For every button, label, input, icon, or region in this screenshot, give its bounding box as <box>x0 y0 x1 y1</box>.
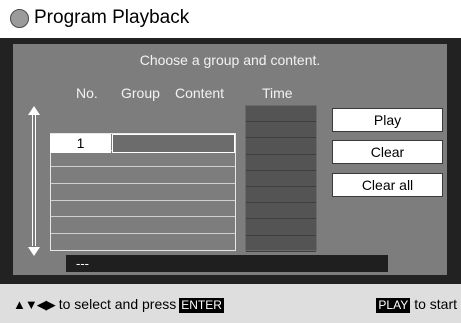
footer-start-text: to start <box>414 296 457 312</box>
status-bar: --- <box>66 255 388 272</box>
program-row[interactable] <box>51 167 235 185</box>
disc-icon <box>10 9 29 28</box>
enter-key-badge: ENTER <box>179 298 224 313</box>
column-header-no: No. <box>76 85 98 101</box>
title-bar: Program Playback <box>0 0 461 38</box>
footer-hint-start: PLAY to start <box>376 296 457 313</box>
time-cell <box>246 138 316 155</box>
program-row[interactable] <box>51 217 235 235</box>
clear-button[interactable]: Clear <box>332 140 443 164</box>
scrollbar[interactable] <box>28 106 40 256</box>
time-cell <box>246 155 316 171</box>
instruction-text: Choose a group and content. <box>139 52 321 68</box>
row-number: 1 <box>50 134 111 153</box>
group-content-cell[interactable] <box>112 134 235 153</box>
play-button[interactable]: Play <box>332 108 443 132</box>
footer-hint-select: ▲▼◀▶ to select and press ENTER <box>13 296 224 313</box>
scroll-down-arrow-icon[interactable] <box>28 247 40 256</box>
column-header-time: Time <box>262 85 293 101</box>
scroll-track[interactable] <box>32 114 36 246</box>
column-header-content: Content <box>175 85 225 101</box>
time-cell <box>246 203 316 220</box>
play-key-badge: PLAY <box>376 298 411 313</box>
time-cell <box>246 219 316 236</box>
program-row[interactable] <box>51 184 235 201</box>
direction-arrows-icon: ▲▼◀▶ <box>13 297 56 312</box>
time-cell <box>246 171 316 187</box>
program-row[interactable] <box>51 151 235 168</box>
program-row[interactable] <box>51 234 235 251</box>
time-cell <box>246 106 316 123</box>
footer-select-text: to select and press <box>58 296 177 312</box>
selected-program-row[interactable]: 1 <box>50 134 236 153</box>
clear-all-button[interactable]: Clear all <box>332 173 443 197</box>
time-cell <box>246 122 316 139</box>
time-cell <box>246 187 316 204</box>
time-cell <box>246 236 316 252</box>
program-row[interactable] <box>51 201 235 218</box>
time-column <box>245 105 317 252</box>
column-header-group: Group <box>121 85 160 101</box>
page-title: Program Playback <box>34 7 190 28</box>
